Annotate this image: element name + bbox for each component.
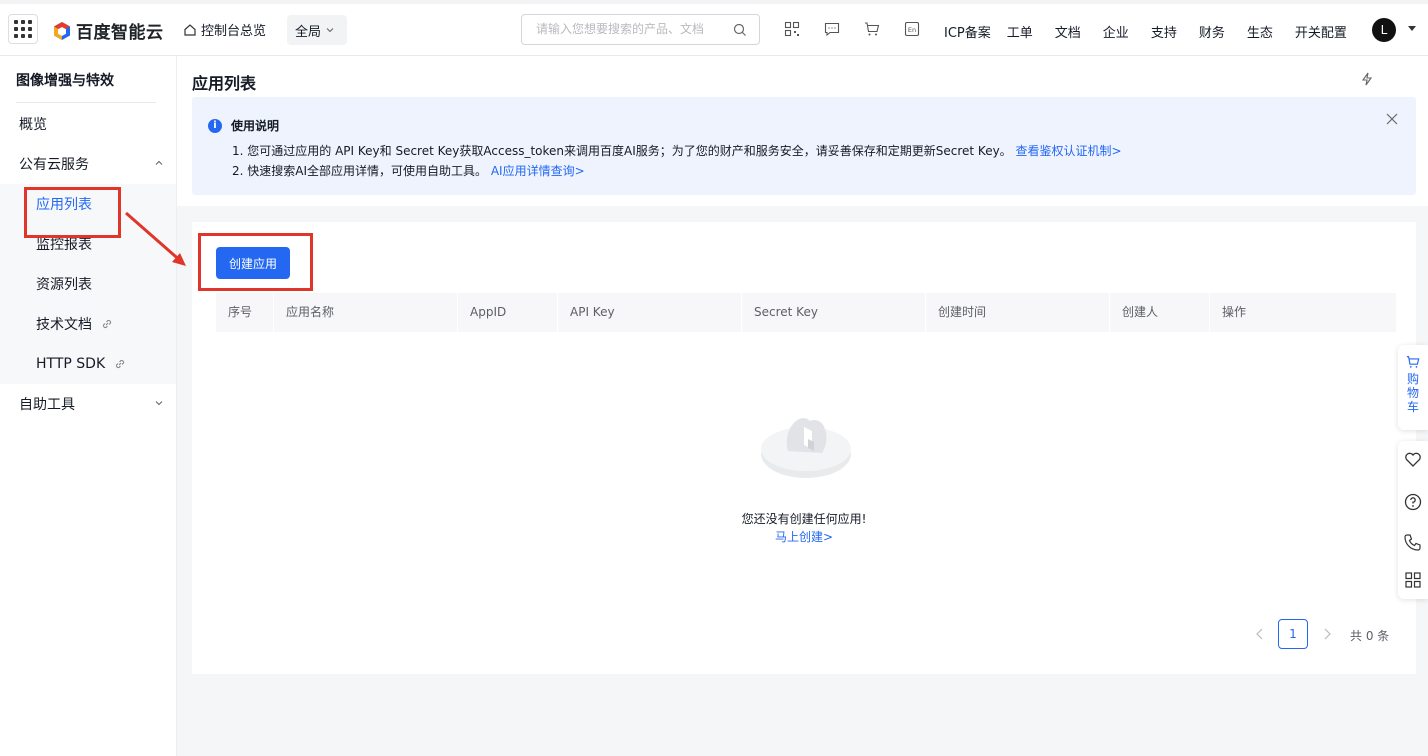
logo-text: 百度智能云 [76,23,164,43]
apps-icon[interactable] [1402,569,1424,591]
create-now-link: 马上创建> [192,528,1416,545]
cloud-logo-icon [54,21,70,40]
top-bar: 百度智能云 控制台总览 全局 En ICP备案 工单 文档 企业 支持 财务 生… [0,0,1428,56]
column-header: 创建时间 [926,293,1110,332]
chevron-up-icon [155,160,163,165]
usage-notice: i 使用说明 1. 您可通过应用的 API Key和 Secret Key获取A… [192,97,1416,195]
sidebar-item-overview[interactable]: 概览 [0,104,176,144]
sidebar-title: 图像增强与特效 [16,73,114,89]
sidebar-item-http-sdk[interactable]: HTTP SDK [0,344,176,384]
qrcode-icon[interactable] [784,21,800,37]
caret-down-icon[interactable] [1408,26,1416,32]
global-search [521,14,760,45]
lightning-icon[interactable] [1360,72,1374,86]
heart-icon[interactable] [1402,449,1424,471]
top-nav-links: ICP备案 工单 文档 企业 支持 财务 生态 开关配置 [944,22,1347,41]
nav-finance[interactable]: 财务 [1199,22,1225,41]
search-input[interactable] [534,21,728,37]
page-header: 应用列表 i 使用说明 1. 您可通过应用的 API Key和 Secret K… [177,56,1428,206]
svg-text:En: En [908,26,916,34]
home-icon [184,23,196,36]
notice-line-2: 2. 快速搜索AI全部应用详情，可使用自助工具。 AI应用详情查询> [232,162,585,179]
sidebar-item-label: 技术文档 [36,317,92,333]
auth-mechanism-link[interactable]: 查看鉴权认证机制> [1016,144,1122,158]
main-content: 应用列表 i 使用说明 1. 您可通过应用的 API Key和 Secret K… [177,56,1428,756]
annotation-arrow [125,211,186,266]
cart-label-char: 购 [1406,372,1419,386]
console-home-label: 控制台总览 [201,24,267,39]
search-icon[interactable] [733,23,747,37]
column-header: 序号 [216,293,274,332]
floating-tools [1398,441,1428,599]
nav-support[interactable]: 支持 [1151,22,1177,41]
notice-line-1-text: 1. 您可通过应用的 API Key和 Secret Key获取Access_t… [232,144,1012,158]
notice-line-1: 1. 您可通过应用的 API Key和 Secret Key获取Access_t… [232,142,1122,159]
link-icon [116,359,125,369]
link-icon [102,319,112,329]
sidebar-group-public-cloud[interactable]: 公有云服务 [0,144,176,184]
region-value: 全局 [295,24,322,40]
sidebar-group-self-service[interactable]: 自助工具 [0,384,176,424]
message-icon[interactable] [824,21,840,37]
create-now-link-text[interactable]: 马上创建> [775,530,833,544]
nav-docs[interactable]: 文档 [1055,22,1081,41]
cart-label: 购 物 车 [1398,372,1428,414]
help-icon[interactable] [1402,491,1424,513]
nav-ticket[interactable]: 工单 [1007,22,1033,41]
chevron-left-icon[interactable] [1255,628,1265,640]
cart-icon [1406,356,1420,368]
empty-state-text: 您还没有创建任何应用! [741,512,867,526]
console-home-link[interactable]: 控制台总览 [183,20,266,39]
nav-enterprise[interactable]: 企业 [1103,22,1129,41]
cart-label-char: 车 [1406,400,1419,414]
highlight-box-app-list [24,187,121,238]
sidebar-item-label: 资源列表 [36,277,92,293]
column-header: 创建人 [1110,293,1210,332]
column-header: 应用名称 [274,293,458,332]
language-icon[interactable]: En [904,21,920,37]
apps-grid-button[interactable] [8,14,38,44]
column-header: 操作 [1222,305,1247,319]
app-detail-query-link[interactable]: AI应用详情查询> [491,164,585,178]
sidebar-group-label: 公有云服务 [19,157,89,173]
sidebar-item-label: 概览 [19,117,47,133]
nav-ecosystem[interactable]: 生态 [1247,22,1273,41]
app-list-card: 创建应用 序号 应用名称 AppID API Key Secret Key 创建… [192,222,1416,674]
info-icon: i [208,119,222,133]
sidebar: 图像增强与特效 概览 公有云服务 应用列表 监控报表 资源列表 技术文档 HTT… [0,56,177,756]
column-header: API Key [558,293,742,332]
sidebar-group-label: 自助工具 [19,397,75,413]
page-title: 应用列表 [192,74,257,93]
cart-label-char: 物 [1406,386,1419,400]
close-icon[interactable] [1386,113,1398,125]
page-number-button[interactable]: 1 [1278,619,1308,649]
nav-switch-config[interactable]: 开关配置 [1295,22,1347,41]
sidebar-item-label: HTTP SDK [36,356,106,372]
floating-cart-button[interactable]: 购 物 车 [1398,345,1428,430]
column-header: Secret Key [742,293,926,332]
chevron-down-icon [326,28,334,33]
logo[interactable]: 百度智能云 [52,18,164,43]
table-header: 序号 应用名称 AppID API Key Secret Key 创建时间 创建… [216,293,1396,332]
phone-icon[interactable] [1402,531,1424,553]
avatar[interactable]: L [1372,18,1396,42]
sidebar-item-tech-docs[interactable]: 技术文档 [0,304,176,344]
empty-box-illustration [761,418,851,478]
highlight-box-create-button [198,233,313,291]
notice-title: 使用说明 [231,119,280,133]
notice-line-2-text: 2. 快速搜索AI全部应用详情，可使用自助工具。 [232,164,488,178]
pagination-total: 共 0 条 [1350,629,1390,643]
sidebar-divider [16,102,156,103]
cart-icon[interactable] [864,21,880,37]
chevron-down-icon [155,401,163,406]
nav-icp[interactable]: ICP备案 [944,22,991,41]
column-header: AppID [458,293,558,332]
region-select[interactable]: 全局 [287,15,347,45]
chevron-right-icon[interactable] [1322,628,1332,640]
